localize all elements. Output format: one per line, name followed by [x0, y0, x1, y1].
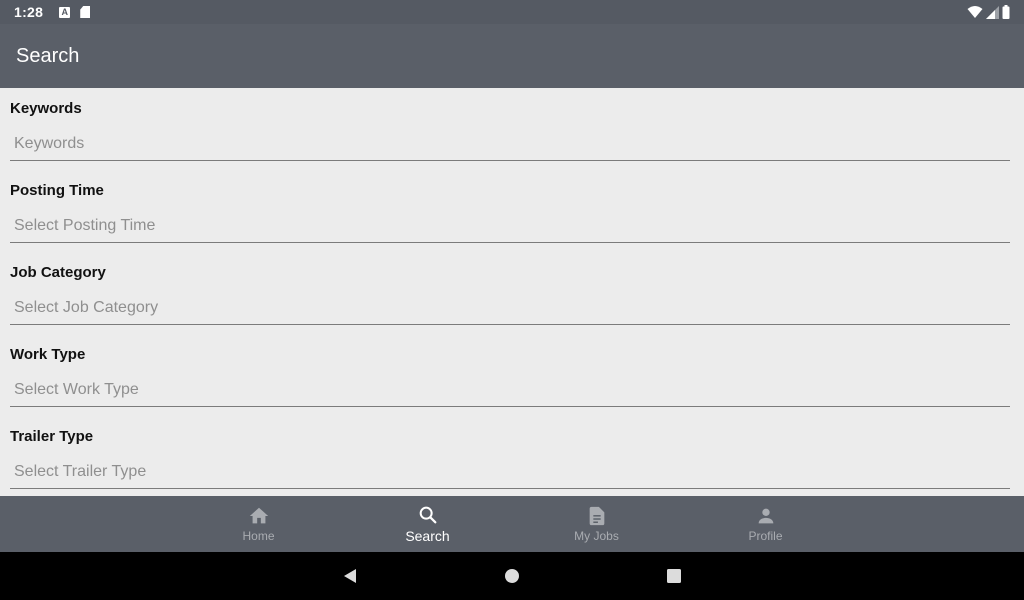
battery-icon	[1002, 5, 1010, 19]
a-letter-icon: A	[59, 6, 71, 18]
work-type-label: Work Type	[10, 346, 86, 363]
trailer-type-select[interactable]	[10, 456, 1010, 489]
work-type-field-group: Work Type	[10, 334, 1010, 416]
sd-card-icon	[80, 6, 91, 18]
job-category-label: Job Category	[10, 264, 106, 281]
nav-item-label: Home	[242, 529, 275, 543]
back-button[interactable]	[269, 568, 431, 584]
nav-item-label: Profile	[748, 529, 783, 543]
nav-item-profile[interactable]: Profile	[681, 496, 850, 552]
job-category-select[interactable]	[10, 292, 1010, 325]
posting-time-select[interactable]	[10, 210, 1010, 243]
posting-time-field-group: Posting Time	[10, 170, 1010, 252]
person-icon	[758, 508, 773, 524]
home-button[interactable]	[431, 568, 593, 584]
work-type-select[interactable]	[10, 374, 1010, 407]
wifi-icon	[967, 6, 983, 18]
search-icon	[419, 506, 436, 524]
nav-item-home[interactable]: Home	[174, 496, 343, 552]
keywords-label: Keywords	[10, 100, 82, 117]
bottom-navigation: Home Search My Jobs Profile	[0, 496, 1024, 552]
status-time: 1:28	[14, 4, 44, 20]
status-bar: 1:28 A	[0, 0, 1024, 24]
status-left: 1:28 A	[14, 4, 91, 20]
job-category-field-group: Job Category	[10, 252, 1010, 334]
nav-item-search[interactable]: Search	[343, 496, 512, 552]
home-icon	[249, 507, 268, 524]
nav-item-my-jobs[interactable]: My Jobs	[512, 496, 681, 552]
nav-item-label: My Jobs	[574, 529, 619, 543]
system-navigation-bar	[0, 552, 1024, 600]
recents-icon	[667, 569, 681, 583]
back-icon	[344, 569, 356, 583]
recents-button[interactable]	[593, 568, 755, 584]
page-title: Search	[16, 44, 80, 67]
keywords-field-group: Keywords	[10, 88, 1010, 170]
document-icon	[589, 506, 604, 526]
signal-icon	[986, 5, 999, 19]
trailer-type-field-group: Trailer Type	[10, 416, 1010, 496]
posting-time-label: Posting Time	[10, 182, 104, 199]
search-form: Keywords Posting Time Job Category Work …	[0, 88, 1024, 496]
trailer-type-label: Trailer Type	[10, 428, 94, 445]
status-right	[967, 5, 1010, 19]
app-bar: Search	[0, 24, 1024, 88]
home-circle-icon	[505, 569, 519, 583]
nav-item-label: Search	[405, 528, 450, 544]
keywords-input[interactable]	[10, 128, 1010, 161]
